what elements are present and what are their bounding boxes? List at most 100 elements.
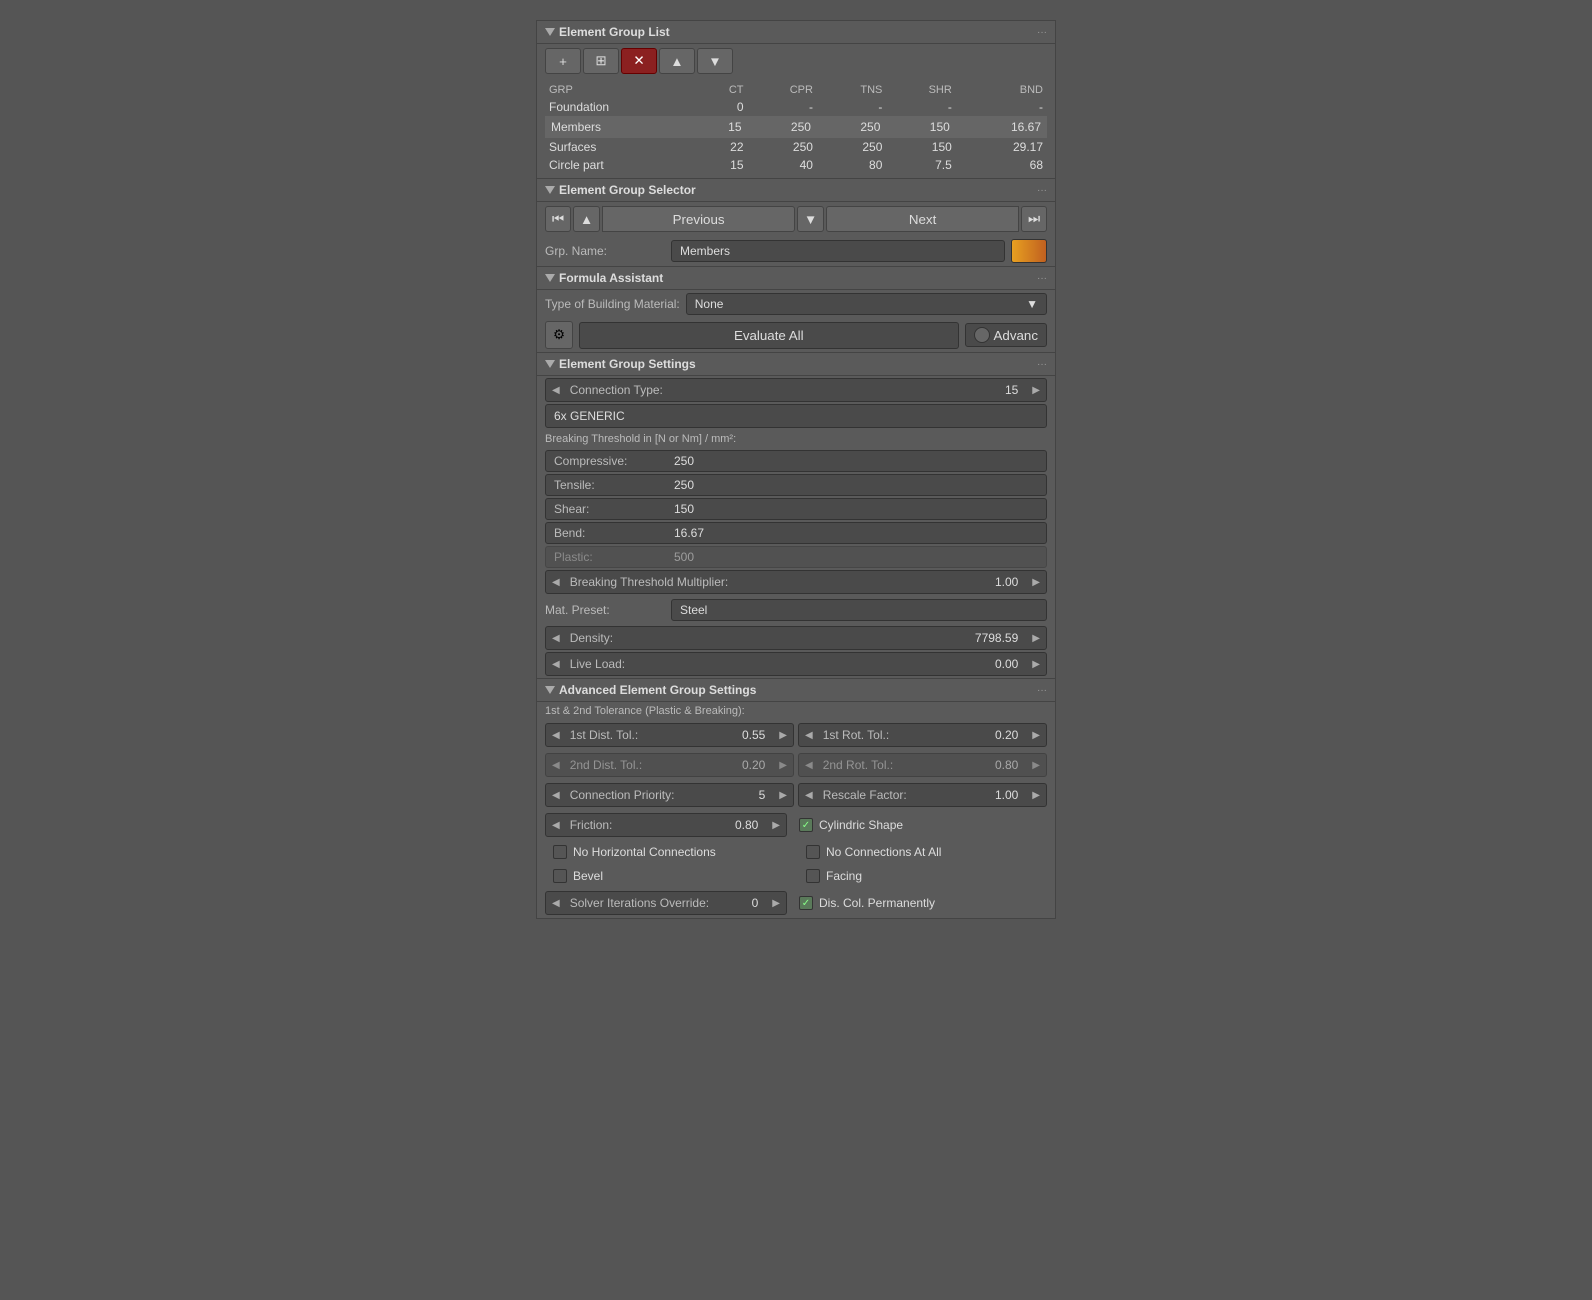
evaluate-all-button[interactable]: Evaluate All <box>579 322 959 349</box>
facing-row[interactable]: Facing <box>798 866 1047 886</box>
no-horiz-row[interactable]: No Horizontal Connections <box>545 842 794 862</box>
friction-cylindric-row: ◀ Friction: 0.80 ▶ Cylindric Shape <box>537 810 1055 840</box>
cell-value: - <box>748 98 817 116</box>
cell-value: - <box>956 98 1047 116</box>
grp-name-value[interactable]: Members <box>671 240 1005 262</box>
first-button[interactable]: ⏮ <box>545 206 571 232</box>
tol1-rot-prev-button[interactable]: ◀ <box>799 726 819 745</box>
cell-value: 250 <box>817 116 886 138</box>
conn-priority-next-button[interactable]: ▶ <box>773 786 793 805</box>
tolerance-row-2: ◀ 2nd Dist. Tol.: 0.20 ▶ ◀ 2nd Rot. Tol.… <box>537 750 1055 780</box>
table-row[interactable]: Circle part1540807.568 <box>545 156 1047 174</box>
element-group-selector-title: Element Group Selector <box>545 183 696 197</box>
table-row[interactable]: Members1525025015016.67 <box>545 116 1047 138</box>
tol1-rot-next-button[interactable]: ▶ <box>1026 726 1046 745</box>
building-material-dropdown[interactable]: None ▼ <box>686 293 1047 315</box>
color-button[interactable] <box>1011 239 1047 263</box>
threshold-field-row: Compressive:250 <box>545 450 1047 472</box>
tolerance-label: 1st & 2nd Tolerance (Plastic & Breaking)… <box>537 702 1055 720</box>
rescale-prev-button[interactable]: ◀ <box>799 786 819 805</box>
collapse-advanced-icon[interactable] <box>545 686 555 694</box>
collapse-element-group-list-icon[interactable] <box>545 28 555 36</box>
tol1-dist-label: 1st Dist. Tol.: <box>566 724 734 746</box>
element-group-list-title: Element Group List <box>545 25 670 39</box>
multiplier-next-button[interactable]: ▶ <box>1026 573 1046 592</box>
delete-group-button[interactable]: ✕ <box>621 48 657 74</box>
advanced-toggle-button[interactable]: Advanc <box>965 323 1047 347</box>
tol1-dist-next-button[interactable]: ▶ <box>773 726 793 745</box>
multiplier-prev-button[interactable]: ◀ <box>546 573 566 592</box>
facing-label: Facing <box>826 869 862 883</box>
cell-name: Foundation <box>545 98 693 116</box>
threshold-field-row: Bend:16.67 <box>545 522 1047 544</box>
evaluate-row: ⚙ Evaluate All Advanc <box>537 318 1055 352</box>
collapse-settings-icon[interactable] <box>545 360 555 368</box>
no-conn-checkbox[interactable] <box>806 845 820 859</box>
connection-type-next-button[interactable]: ▶ <box>1026 381 1046 400</box>
solver-next-button[interactable]: ▶ <box>766 894 786 913</box>
element-group-toolbar: + ⊞ ✕ ▲ ▼ <box>537 44 1055 78</box>
cell-value: 80 <box>817 156 886 174</box>
tol2-rot-value: 0.80 <box>987 754 1026 776</box>
density-next-button[interactable]: ▶ <box>1026 629 1046 648</box>
cylindric-checkbox[interactable] <box>799 818 813 832</box>
threshold-value: 150 <box>674 502 1038 516</box>
prev-arrow-button[interactable]: ▲ <box>573 206 600 232</box>
no-conn-row[interactable]: No Connections At All <box>798 842 1047 862</box>
cell-value: 22 <box>693 138 748 156</box>
tol2-rot-prev-button[interactable]: ◀ <box>799 756 819 775</box>
friction-prev-button[interactable]: ◀ <box>546 816 566 835</box>
cell-value: 7.5 <box>886 156 955 174</box>
cell-value: 0 <box>693 98 748 116</box>
formula-icon-button[interactable]: ⚙ <box>545 321 573 349</box>
next-button[interactable]: Next <box>826 206 1019 232</box>
rescale-next-button[interactable]: ▶ <box>1026 786 1046 805</box>
mat-preset-value[interactable]: Steel <box>671 599 1047 621</box>
col-cpr: CPR <box>748 82 817 98</box>
col-shr: SHR <box>886 82 955 98</box>
no-connections-row: No Horizontal Connections No Connections… <box>537 840 1055 864</box>
collapse-selector-icon[interactable] <box>545 186 555 194</box>
duplicate-icon: ⊞ <box>595 53 606 69</box>
tol2-dist-next-button[interactable]: ▶ <box>773 756 793 775</box>
move-up-button[interactable]: ▲ <box>659 48 695 74</box>
add-group-button[interactable]: + <box>545 48 581 74</box>
conn-priority-prev-button[interactable]: ◀ <box>546 786 566 805</box>
facing-checkbox[interactable] <box>806 869 820 883</box>
no-horiz-checkbox[interactable] <box>553 845 567 859</box>
next-arrow-down-button[interactable]: ▼ <box>797 206 824 232</box>
cylindric-row[interactable]: Cylindric Shape <box>791 815 1047 835</box>
dis-col-row[interactable]: Dis. Col. Permanently <box>791 893 1047 913</box>
selector-dots: ··· <box>1037 185 1047 196</box>
move-down-button[interactable]: ▼ <box>697 48 733 74</box>
multiplier-label: Breaking Threshold Multiplier: <box>566 571 987 593</box>
tol1-rot-row: ◀ 1st Rot. Tol.: 0.20 ▶ <box>798 723 1047 747</box>
bevel-checkbox[interactable] <box>553 869 567 883</box>
previous-button[interactable]: Previous <box>602 206 795 232</box>
breaking-threshold-label: Breaking Threshold in [N or Nm] / mm²: <box>537 430 1055 448</box>
friction-next-button[interactable]: ▶ <box>766 816 786 835</box>
table-row[interactable]: Surfaces2225025015029.17 <box>545 138 1047 156</box>
live-load-prev-button[interactable]: ◀ <box>546 655 566 674</box>
connection-type-name: 6x GENERIC <box>554 409 625 423</box>
delete-icon: ✕ <box>633 53 644 69</box>
live-load-next-button[interactable]: ▶ <box>1026 655 1046 674</box>
bevel-facing-row: Bevel Facing <box>537 864 1055 888</box>
advanced-settings-header: Advanced Element Group Settings ··· <box>537 679 1055 702</box>
cell-value: 150 <box>886 138 955 156</box>
connection-type-prev-button[interactable]: ◀ <box>546 381 566 400</box>
tol1-dist-prev-button[interactable]: ◀ <box>546 726 566 745</box>
duplicate-group-button[interactable]: ⊞ <box>583 48 619 74</box>
tol2-rot-next-button[interactable]: ▶ <box>1026 756 1046 775</box>
density-row: ◀ Density: 7798.59 ▶ <box>545 626 1047 650</box>
table-row[interactable]: Foundation0---- <box>545 98 1047 116</box>
collapse-formula-icon[interactable] <box>545 274 555 282</box>
tol2-dist-prev-button[interactable]: ◀ <box>546 756 566 775</box>
mat-preset-row: Mat. Preset: Steel <box>537 596 1055 624</box>
dis-col-checkbox[interactable] <box>799 896 813 910</box>
bevel-row[interactable]: Bevel <box>545 866 794 886</box>
advanced-settings-title: Advanced Element Group Settings <box>545 683 756 697</box>
solver-prev-button[interactable]: ◀ <box>546 894 566 913</box>
density-prev-button[interactable]: ◀ <box>546 629 566 648</box>
last-button[interactable]: ⏭ <box>1021 206 1047 232</box>
